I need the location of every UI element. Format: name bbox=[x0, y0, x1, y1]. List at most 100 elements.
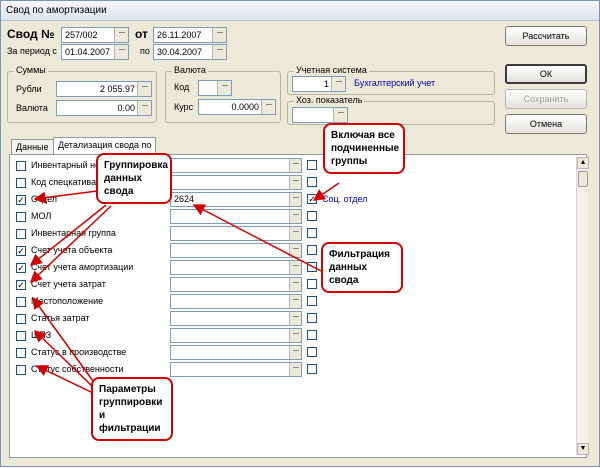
dots-icon[interactable]: ··· bbox=[289, 261, 301, 274]
period-from-field[interactable]: 01.04.2007 ··· bbox=[61, 44, 129, 60]
period-label: За период с bbox=[7, 46, 57, 56]
include-subgroups-checkbox[interactable] bbox=[307, 313, 317, 323]
sums-group: Суммы Рубли 2 055.97 ··· Валюта 0.00 ··· bbox=[7, 65, 157, 123]
include-subgroups-checkbox[interactable] bbox=[307, 296, 317, 306]
group-by-checkbox[interactable]: ✓ bbox=[16, 263, 26, 273]
cancel-button[interactable]: Отмена bbox=[505, 114, 587, 134]
group-by-checkbox[interactable] bbox=[16, 348, 26, 358]
filter-field[interactable]: ··· bbox=[170, 345, 302, 360]
filter-field[interactable]: ··· bbox=[170, 311, 302, 326]
dots-icon[interactable]: ··· bbox=[331, 77, 345, 91]
group-by-checkbox[interactable]: ✓ bbox=[16, 195, 26, 205]
filter-field[interactable]: ··· bbox=[170, 260, 302, 275]
dots-icon[interactable]: ··· bbox=[289, 227, 301, 240]
tab-data[interactable]: Данные bbox=[11, 139, 54, 155]
dots-icon[interactable]: ··· bbox=[289, 363, 301, 376]
dots-icon[interactable]: ··· bbox=[217, 81, 231, 95]
ot-label: от bbox=[135, 27, 148, 41]
scroll-thumb[interactable] bbox=[578, 171, 588, 187]
svod-number-field[interactable]: 257/002 ··· bbox=[61, 27, 129, 43]
include-subgroups-checkbox[interactable] bbox=[307, 262, 317, 272]
detail-row: Инвентарная группа ··· bbox=[10, 226, 570, 243]
filter-field[interactable]: ··· bbox=[170, 226, 302, 241]
group-by-checkbox[interactable] bbox=[16, 297, 26, 307]
dots-icon[interactable]: ··· bbox=[137, 82, 151, 96]
ok-button[interactable]: ОК bbox=[505, 64, 587, 84]
scroll-up-icon[interactable]: ▲ bbox=[577, 157, 589, 169]
indicator-group: Хоз. показатель ··· bbox=[287, 95, 495, 125]
filter-field[interactable]: ··· bbox=[170, 362, 302, 377]
include-subgroups-checkbox[interactable] bbox=[307, 364, 317, 374]
detail-row: Статус в производстве ··· bbox=[10, 345, 570, 362]
include-subgroups-checkbox[interactable] bbox=[307, 347, 317, 357]
group-by-checkbox[interactable] bbox=[16, 212, 26, 222]
currency-code-field[interactable]: ··· bbox=[198, 80, 232, 96]
group-by-checkbox[interactable] bbox=[16, 331, 26, 341]
callout-filtering: Фильтрация данных свода bbox=[321, 242, 403, 293]
rubles-value: 2 055.97 bbox=[99, 84, 135, 94]
rubles-field[interactable]: 2 055.97 ··· bbox=[56, 81, 152, 97]
detail-row: ✓ Счет учета амортизации ··· bbox=[10, 260, 570, 277]
group-by-checkbox[interactable] bbox=[16, 178, 26, 188]
include-subgroups-checkbox[interactable] bbox=[307, 279, 317, 289]
indicator-title: Хоз. показатель bbox=[294, 95, 365, 105]
dots-icon[interactable]: ··· bbox=[212, 28, 226, 42]
calculate-button[interactable]: Рассчитать bbox=[505, 26, 587, 46]
group-by-checkbox[interactable] bbox=[16, 314, 26, 324]
include-subgroups-checkbox[interactable] bbox=[307, 228, 317, 238]
dots-icon[interactable]: ··· bbox=[289, 159, 301, 172]
dots-icon[interactable]: ··· bbox=[114, 28, 128, 42]
dots-icon[interactable]: ··· bbox=[289, 329, 301, 342]
filter-field[interactable]: ··· bbox=[170, 294, 302, 309]
filter-field[interactable]: ··· bbox=[170, 209, 302, 224]
svod-date-field[interactable]: 26.11.2007 ··· bbox=[153, 27, 227, 43]
dots-icon[interactable]: ··· bbox=[289, 312, 301, 325]
svod-number-value: 257/002 bbox=[65, 30, 98, 40]
dots-icon[interactable]: ··· bbox=[289, 210, 301, 223]
scroll-down-icon[interactable]: ▼ bbox=[577, 443, 589, 455]
accounting-system-field[interactable]: 1 ··· bbox=[292, 76, 346, 92]
indicator-field[interactable]: ··· bbox=[292, 107, 348, 123]
group-by-checkbox[interactable]: ✓ bbox=[16, 280, 26, 290]
group-by-checkbox[interactable] bbox=[16, 365, 26, 375]
detail-row: ✓ Счет учета затрат ··· bbox=[10, 277, 570, 294]
dots-icon[interactable]: ··· bbox=[333, 108, 347, 122]
dots-icon[interactable]: ··· bbox=[289, 346, 301, 359]
row-label: Инвентарная группа bbox=[31, 228, 116, 238]
include-subgroups-checkbox[interactable] bbox=[307, 330, 317, 340]
filter-field[interactable]: ··· bbox=[170, 175, 302, 190]
dots-icon[interactable]: ··· bbox=[289, 244, 301, 257]
period-to-field[interactable]: 30.04.2007 ··· bbox=[153, 44, 227, 60]
row-label: Счет учета объекта bbox=[31, 245, 113, 255]
scrollbar[interactable]: ▲ ▼ bbox=[576, 157, 589, 455]
dots-icon[interactable]: ··· bbox=[114, 45, 128, 59]
dots-icon[interactable]: ··· bbox=[261, 100, 275, 114]
currency-rate-field[interactable]: 0.0000 ··· bbox=[198, 99, 276, 115]
group-by-checkbox[interactable] bbox=[16, 229, 26, 239]
accounting-system-group: Учетная система 1 ··· Бухгалтерский учет bbox=[287, 65, 495, 95]
filter-field[interactable]: ··· bbox=[170, 328, 302, 343]
include-subgroups-checkbox[interactable]: ✓ bbox=[307, 194, 317, 204]
currency-sum-field[interactable]: 0.00 ··· bbox=[56, 100, 152, 116]
dots-icon[interactable]: ··· bbox=[137, 101, 151, 115]
dots-icon[interactable]: ··· bbox=[289, 176, 301, 189]
include-subgroups-checkbox[interactable] bbox=[307, 160, 317, 170]
filter-field[interactable]: 2624 ··· bbox=[170, 192, 302, 207]
filter-field[interactable]: ··· bbox=[170, 243, 302, 258]
filter-field[interactable]: ··· bbox=[170, 158, 302, 173]
dots-icon[interactable]: ··· bbox=[289, 193, 301, 206]
accounting-system-number: 1 bbox=[323, 79, 329, 89]
dots-icon[interactable]: ··· bbox=[289, 278, 301, 291]
currency-sum-label: Валюта bbox=[16, 103, 48, 113]
dots-icon[interactable]: ··· bbox=[212, 45, 226, 59]
detail-row: Код спецкатива ··· bbox=[10, 175, 570, 192]
row-label: Статус собственности bbox=[31, 364, 124, 374]
dots-icon[interactable]: ··· bbox=[289, 295, 301, 308]
save-button[interactable]: Сохранить bbox=[505, 89, 587, 109]
filter-field[interactable]: ··· bbox=[170, 277, 302, 292]
group-by-checkbox[interactable] bbox=[16, 161, 26, 171]
include-subgroups-checkbox[interactable] bbox=[307, 211, 317, 221]
group-by-checkbox[interactable]: ✓ bbox=[16, 246, 26, 256]
include-subgroups-checkbox[interactable] bbox=[307, 177, 317, 187]
include-subgroups-checkbox[interactable] bbox=[307, 245, 317, 255]
